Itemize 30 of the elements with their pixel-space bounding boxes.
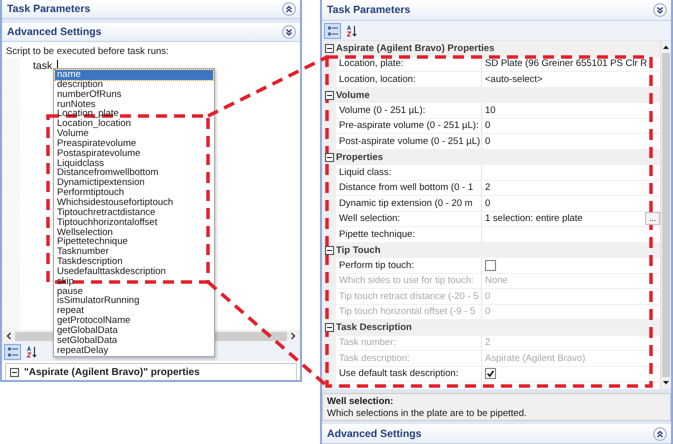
- property-label: Task number:: [339, 337, 396, 348]
- section-title: Advanced Settings: [7, 26, 102, 38]
- property-label: Perform tip touch:: [339, 260, 414, 271]
- category-title: Volume: [336, 90, 370, 101]
- property-label: Use default task description:: [339, 368, 458, 380]
- section-title: Task Parameters: [327, 4, 410, 16]
- property-label: Well selection:: [339, 213, 400, 224]
- description-title: Well selection:: [327, 395, 394, 408]
- section-title: Advanced Settings: [327, 428, 422, 440]
- property-label: Location, location:: [339, 74, 416, 85]
- description-text: Which selections in the plate are to be pipetted.: [327, 408, 528, 420]
- category-title: Task Description: [336, 322, 412, 334]
- property-label: Distance from well bottom (0 - 1: [339, 182, 474, 194]
- property-label: Dynamic tip extension (0 - 20 m: [339, 198, 473, 209]
- property-label: Tip touch horizontal offset (-9 - 5: [339, 306, 476, 318]
- property-label: Task description:: [339, 352, 410, 364]
- category-title: Aspirate (Agilent Bravo) Properties: [336, 43, 494, 54]
- script-label: Script to be executed before task runs:: [5, 45, 170, 58]
- category-title: Properties: [336, 152, 383, 163]
- property-label: Volume (0 - 251 µL):: [339, 104, 426, 116]
- property-label: Pre-aspirate volume (0 - 251 µL):: [339, 120, 479, 132]
- property-label: Tip touch retract distance (-20 - 5: [339, 290, 479, 302]
- section-title: Task Parameters: [7, 3, 90, 15]
- category-title: "Aspirate (Agilent Bravo)" properties: [24, 366, 200, 378]
- category-title: Tip Touch: [336, 244, 381, 256]
- property-label: Which sides to use for tip touch:: [339, 275, 474, 286]
- property-label: Liquid class:: [339, 166, 392, 178]
- property-label: Pipette technique:: [339, 228, 416, 240]
- property-label: Location, plate:: [339, 58, 404, 70]
- property-label: Post-aspirate volume (0 - 251 µL): [339, 136, 480, 147]
